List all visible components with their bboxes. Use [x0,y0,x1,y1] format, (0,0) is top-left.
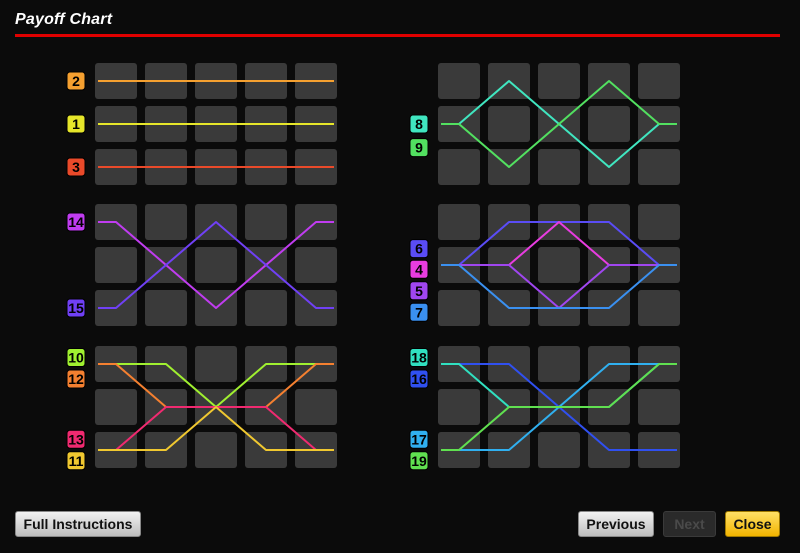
payline-badge-6: 6 [409,239,429,259]
payline-badge-7: 7 [409,302,429,322]
reel-cell [145,290,187,326]
reel-cell [295,247,337,283]
reel-cell [245,204,287,240]
payline-badge-19: 19 [409,451,429,471]
payline-number: 5 [415,283,423,299]
payline-badge-13: 13 [66,429,86,449]
reel-cell [538,432,580,468]
reel-cell [638,149,680,185]
grid-top-right: 10 12 13 11 [66,346,337,471]
reel-cell [95,247,137,283]
payline-badge-9: 9 [409,138,429,158]
payline-badge-12: 12 [66,369,86,389]
payline-number: 6 [415,241,423,257]
payline-badge-15: 15 [66,298,86,318]
reel-cell [195,346,237,382]
reel-cell [538,149,580,185]
next-button[interactable]: Next [663,511,716,537]
reel-cell [145,204,187,240]
payline-badge-17: 17 [409,429,429,449]
grid-bottom-right: 18 16 17 19 [409,346,680,471]
reel-cell [295,389,337,425]
reel-cell [538,346,580,382]
payline-badge-5: 5 [409,281,429,301]
payline-badge-8: 8 [409,114,429,134]
grid-mid-right: 14 15 [66,204,337,326]
payline-number: 3 [72,159,80,175]
payline-number: 15 [68,300,84,316]
reel-cell [438,63,480,99]
payline-badge-1: 1 [66,114,86,134]
payline-badge-2: 2 [66,71,86,91]
reel-cell [538,247,580,283]
previous-button[interactable]: Previous [578,511,654,537]
payline-number: 19 [411,453,427,469]
grid-bottom-left: 89 [409,63,680,185]
payline-badge-4: 4 [409,259,429,279]
reel-cell [638,290,680,326]
payline-number: 10 [68,350,84,366]
grid-mid-left: 6 4 5 7 [409,204,680,326]
reel-cell [638,389,680,425]
payline-number: 4 [415,261,423,277]
payline-number: 1 [72,116,80,132]
payline-number: 17 [411,431,427,447]
reel-cell [588,106,630,142]
reel-cell [538,63,580,99]
reel-cell [438,149,480,185]
reel-cell [195,432,237,468]
reel-cell [195,247,237,283]
full-instructions-button[interactable]: Full Instructions [15,511,141,537]
payline-badge-18: 18 [409,348,429,368]
payline-number: 16 [411,371,427,387]
payline-number: 12 [68,371,84,387]
payline-number: 2 [72,73,80,89]
payline-number: 18 [411,350,427,366]
reel-cell [638,63,680,99]
payline-number: 11 [69,453,84,469]
reel-cell [638,204,680,240]
reel-cell [438,389,480,425]
payline-badge-14: 14 [66,212,86,232]
reel-cell [438,204,480,240]
payline-badge-11: 11 [66,451,86,471]
payline-badge-10: 10 [66,348,86,368]
close-button[interactable]: Close [725,511,780,537]
reel-cell [488,106,530,142]
payline-badge-16: 16 [409,369,429,389]
payline-number: 13 [68,431,84,447]
reel-cell [95,389,137,425]
reel-cell [245,290,287,326]
reel-cell [438,290,480,326]
grid-top-left: 2 1 3 [66,63,337,185]
payoff-board: 21364578910121311141518161719 [66,63,680,471]
payline-number: 8 [415,116,423,132]
payline-number: 7 [415,304,423,320]
payline-badge-3: 3 [66,157,86,177]
payline-number: 14 [68,214,84,230]
payline-number: 9 [415,140,423,156]
